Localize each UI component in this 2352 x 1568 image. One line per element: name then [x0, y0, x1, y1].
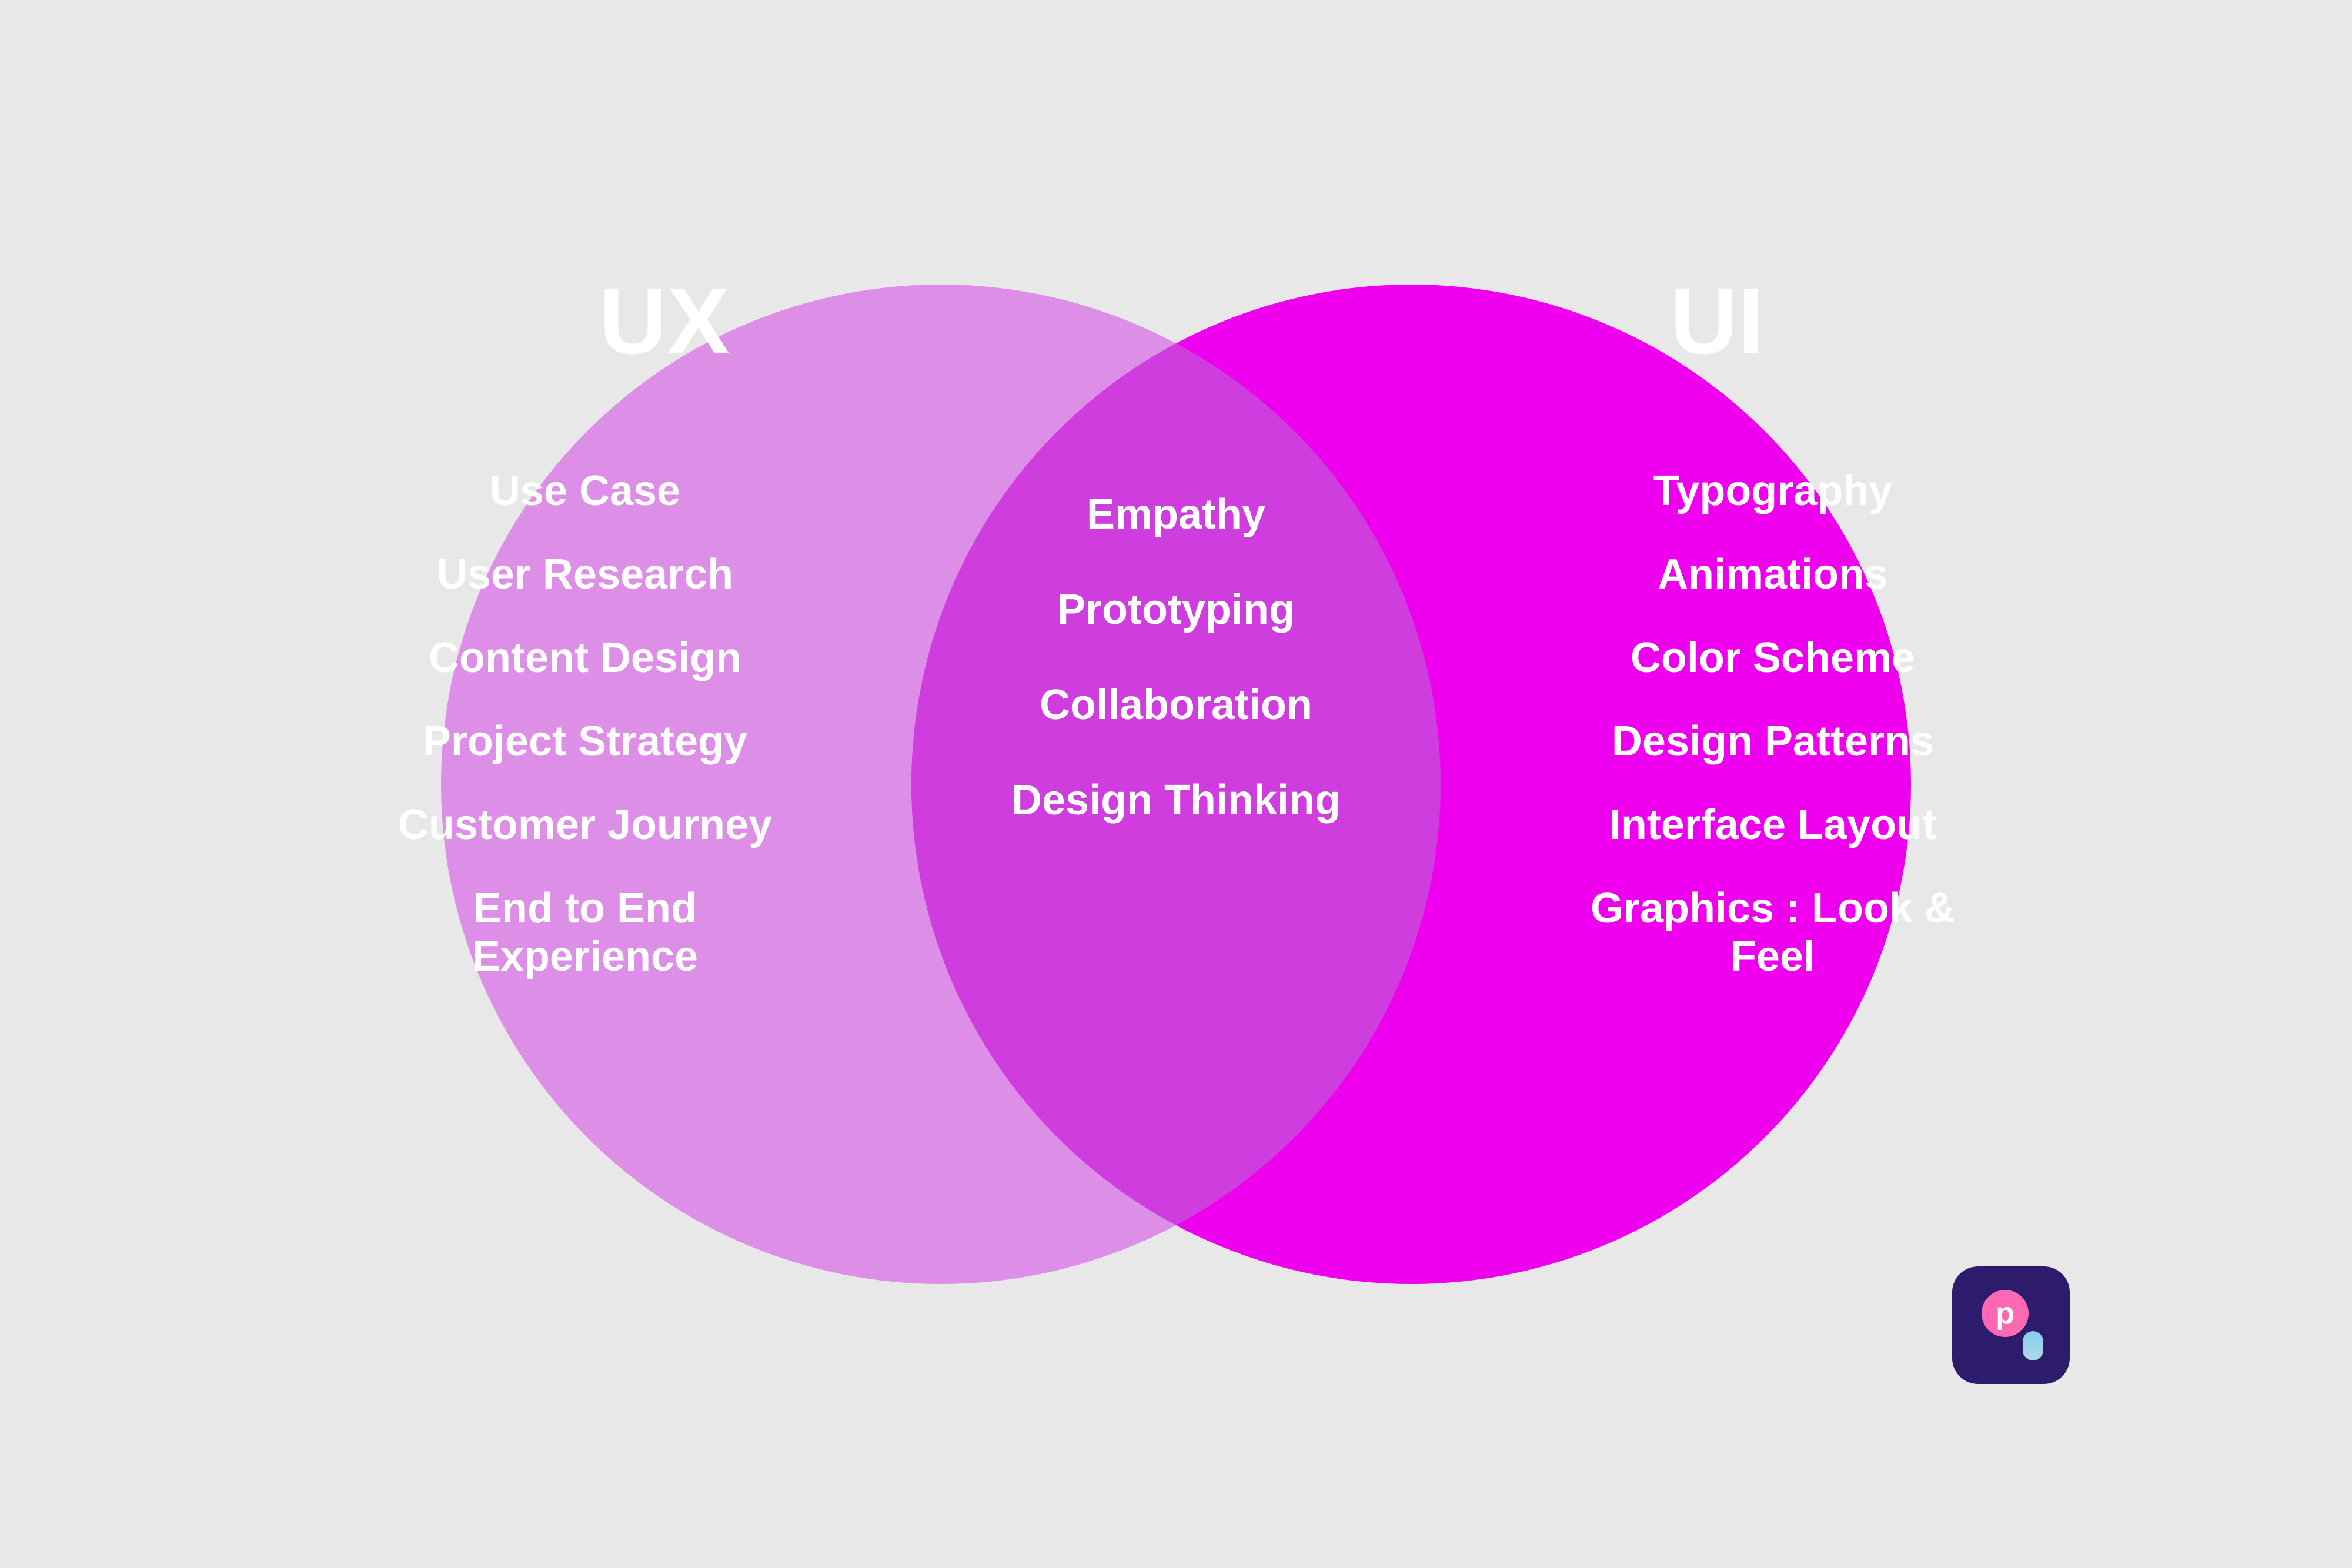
ux-items: Use Case User Research Content Design Pr…	[394, 467, 776, 981]
overlap-item-4: Design Thinking	[929, 776, 1423, 824]
logo-p-icon: p	[1982, 1290, 2029, 1337]
ux-item-6: End to End Experience	[394, 884, 776, 981]
overlap-item-2: Prototyping	[929, 586, 1423, 634]
ui-item-4: Design Patterns	[1552, 717, 1993, 765]
ui-item-5: Interface Layout	[1552, 801, 1993, 849]
overlap-item-1: Empathy	[929, 490, 1423, 539]
ui-items: Typography Animations Color Scheme Desig…	[1552, 467, 1993, 981]
ux-item-1: Use Case	[394, 467, 776, 515]
ui-item-6: Graphics : Look & Feel	[1552, 884, 1993, 981]
ux-title: UX	[517, 267, 811, 375]
overlap-items: Empathy Prototyping Collaboration Design…	[929, 490, 1423, 824]
ui-title: UI	[1570, 267, 1864, 375]
ux-item-3: Content Design	[394, 634, 776, 682]
ux-item-4: Project Strategy	[394, 717, 776, 765]
overlap-item-3: Collaboration	[929, 681, 1423, 729]
ui-item-2: Animations	[1552, 550, 1993, 599]
labels-container: UX UI Use Case User Research Content Des…	[235, 138, 2117, 1431]
venn-diagram: UX UI Use Case User Research Content Des…	[235, 138, 2117, 1431]
piktochart-logo: p	[1952, 1266, 2070, 1384]
ux-item-2: User Research	[394, 550, 776, 599]
ui-item-3: Color Scheme	[1552, 634, 1993, 682]
logo-dot-icon	[2023, 1331, 2043, 1360]
logo-inner: p	[1973, 1287, 2049, 1363]
ui-item-1: Typography	[1552, 467, 1993, 515]
ux-item-5: Customer Journey	[394, 801, 776, 849]
